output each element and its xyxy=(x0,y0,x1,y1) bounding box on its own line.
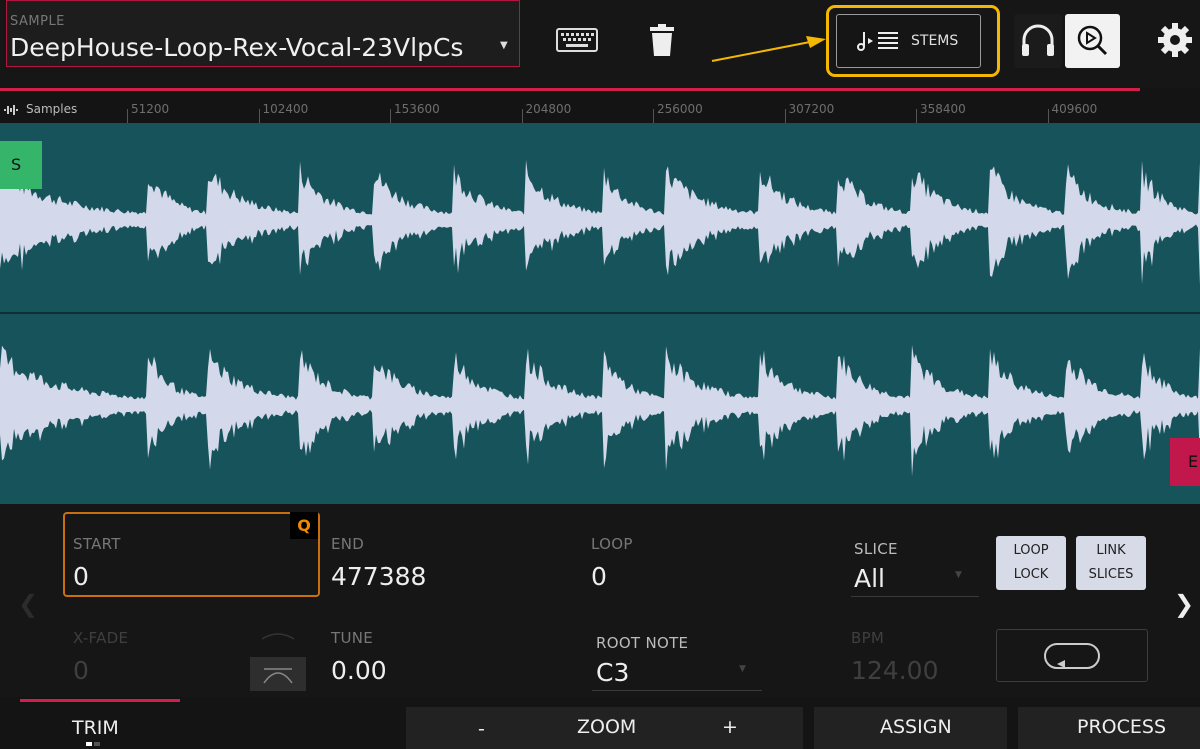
zoom-play-icon xyxy=(1077,25,1108,56)
sample-name[interactable]: DeepHouse-Loop-Rex-Vocal-23VlpCs xyxy=(10,33,463,62)
loop-lock-line1: LOOP xyxy=(1013,543,1049,558)
ruler-tick xyxy=(784,109,786,123)
root-note-value[interactable]: C3 xyxy=(596,658,629,687)
keyboard-icon[interactable] xyxy=(556,28,598,52)
trim-tab-indicator xyxy=(20,699,180,702)
ruler-tick-label: 307200 xyxy=(788,102,835,116)
start-marker-label: S xyxy=(11,155,22,174)
ruler-tick xyxy=(390,109,391,123)
xfade-value[interactable]: 0 xyxy=(73,656,89,685)
ruler-tick-label: 409600 xyxy=(1051,102,1098,116)
link-slices-line1: LINK xyxy=(1096,543,1126,558)
loop-lock-line2: LOCK xyxy=(1013,567,1049,582)
sample-ruler: Samples 51200 102400 153600 204800 256000 307… xyxy=(0,93,1200,123)
ruler-tick-label: 358400 xyxy=(920,102,966,116)
ruler-tick xyxy=(258,109,260,123)
end-marker[interactable]: E xyxy=(1170,438,1200,486)
zoom-play-button[interactable] xyxy=(1065,14,1120,68)
loop-lock-button[interactable]: LOOP LOCK xyxy=(996,536,1066,590)
crossfade-curve-icon[interactable] xyxy=(250,621,306,691)
chevron-right-icon[interactable]: ❯ xyxy=(1174,590,1194,618)
tab-trim[interactable]: TRIM xyxy=(0,697,190,749)
ruler-tick-label: 204800 xyxy=(525,102,572,116)
end-label: END xyxy=(331,535,365,553)
trash-icon[interactable] xyxy=(649,24,675,56)
end-marker-label: E xyxy=(1188,452,1199,471)
ruler-tick-label: 256000 xyxy=(657,102,703,116)
chevron-left-icon[interactable]: ❮ xyxy=(18,590,38,618)
headphones-button[interactable] xyxy=(1014,14,1062,68)
loop-toggle-button[interactable] xyxy=(996,629,1148,682)
headphones-icon xyxy=(1022,24,1054,56)
quantize-badge[interactable]: Q xyxy=(290,512,318,539)
tune-label: TUNE xyxy=(331,629,374,647)
zoom-label: ZOOM xyxy=(577,716,637,738)
root-note-underline xyxy=(592,690,762,691)
loop-label: LOOP xyxy=(591,535,633,553)
waveform xyxy=(0,160,1200,477)
ruler-tick-label: 153600 xyxy=(394,102,440,116)
link-slices-line2: SLICES xyxy=(1088,567,1134,582)
zoom-out-button[interactable]: - xyxy=(478,718,485,740)
bpm-label: BPM xyxy=(851,629,885,647)
zoom-in-button[interactable]: + xyxy=(722,716,738,738)
xfade-label: X-FADE xyxy=(73,629,129,647)
zoom-control: - ZOOM + xyxy=(406,707,803,749)
root-note-label: ROOT NOTE xyxy=(596,634,689,652)
waveform-display[interactable]: S E xyxy=(0,123,1200,504)
assign-label: ASSIGN xyxy=(880,716,952,738)
stems-label: STEMS xyxy=(911,33,959,49)
page-dot xyxy=(94,742,100,746)
bpm-value[interactable]: 124.00 xyxy=(851,656,938,685)
ruler-tick-label: 51200 xyxy=(131,102,170,116)
process-button[interactable]: PROCESS xyxy=(1018,707,1200,749)
loop-value[interactable]: 0 xyxy=(591,562,607,591)
root-note-caret-icon[interactable]: ▼ xyxy=(739,664,746,674)
start-marker[interactable]: S xyxy=(0,141,42,189)
ruler-tick xyxy=(1047,109,1049,123)
progress-line xyxy=(0,88,1140,91)
trim-label: TRIM xyxy=(72,717,119,739)
assign-button[interactable]: ASSIGN xyxy=(814,707,1007,749)
slice-label: SLICE xyxy=(854,540,898,558)
stems-icon xyxy=(857,32,898,51)
ruler-tick xyxy=(916,109,917,123)
bottom-bar: TRIM - ZOOM + ASSIGN PROCESS xyxy=(0,697,1200,749)
link-slices-button[interactable]: LINK SLICES xyxy=(1076,536,1146,590)
process-label: PROCESS xyxy=(1077,716,1167,738)
ruler-tick xyxy=(653,109,654,123)
end-value[interactable]: 477388 xyxy=(331,562,426,591)
ruler-tick xyxy=(521,109,523,123)
slice-caret-icon[interactable]: ▼ xyxy=(955,570,962,580)
slice-value[interactable]: All xyxy=(854,564,885,593)
parameters-panel: ❮ Q START 0 END 477388 LOOP 0 SLICE All … xyxy=(0,504,1200,697)
sample-label: SAMPLE xyxy=(10,14,65,29)
ruler-tick-label: 102400 xyxy=(262,102,309,116)
slice-underline xyxy=(851,596,979,597)
start-value[interactable]: 0 xyxy=(73,562,89,591)
ruler-title: Samples xyxy=(26,102,78,116)
start-field[interactable] xyxy=(63,512,320,597)
tune-value[interactable]: 0.00 xyxy=(331,656,387,685)
top-bar: SAMPLE DeepHouse-Loop-Rex-Vocal-23VlpCs … xyxy=(0,0,1200,88)
loop-icon xyxy=(1044,643,1100,669)
stems-button[interactable]: STEMS xyxy=(836,14,981,68)
arrow-annotation xyxy=(711,36,826,62)
start-label: START xyxy=(73,535,121,553)
dropdown-caret-icon[interactable]: ▼ xyxy=(500,40,508,51)
page-dot xyxy=(86,742,92,746)
ruler-tick xyxy=(127,109,128,123)
gear-icon[interactable] xyxy=(1155,20,1195,60)
waveform-icon xyxy=(4,105,18,115)
